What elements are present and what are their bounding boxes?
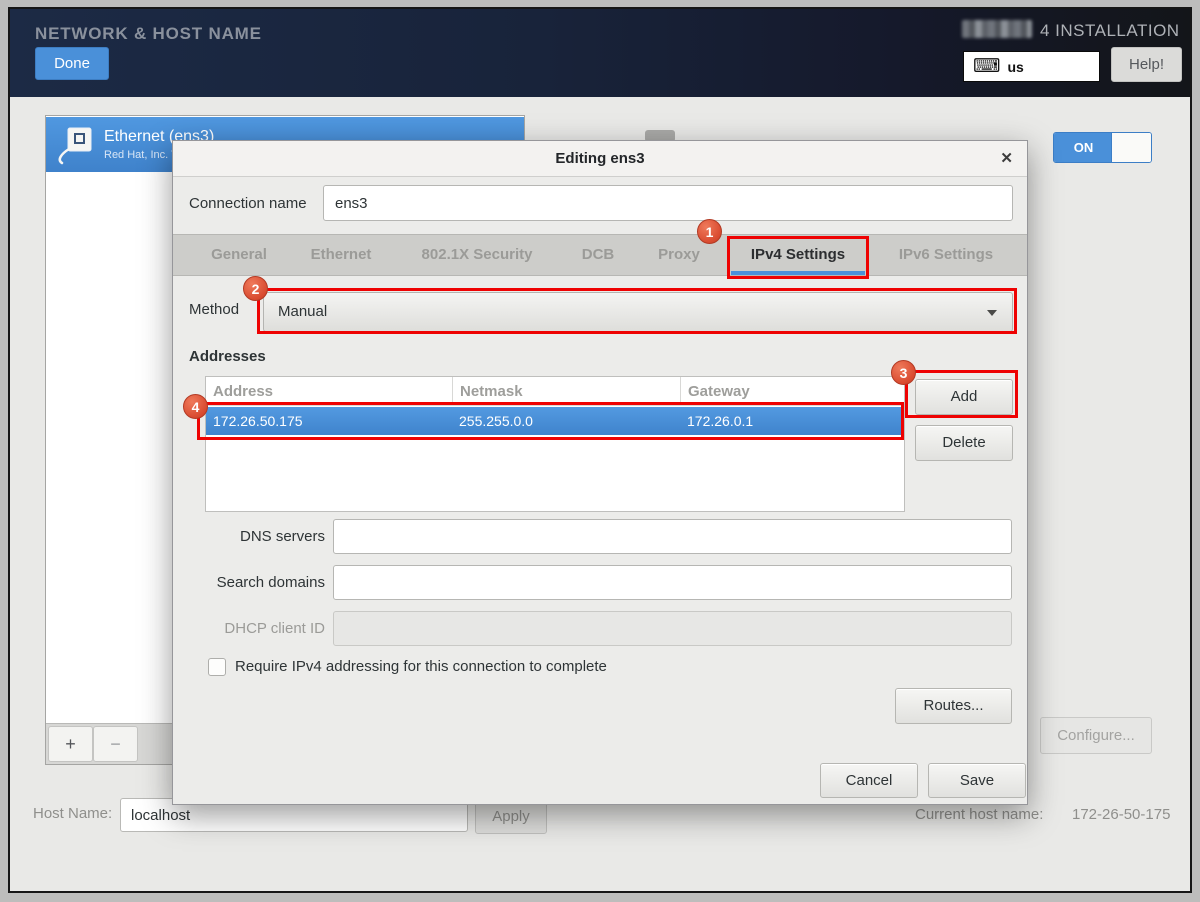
connection-name-input[interactable] xyxy=(323,185,1013,221)
require-ipv4-checkbox[interactable] xyxy=(208,658,226,676)
dhcp-client-id-input xyxy=(333,611,1012,646)
current-host-name-label: Current host name: xyxy=(915,806,1043,823)
method-label: Method xyxy=(189,301,239,318)
connection-name-label: Connection name xyxy=(189,195,307,212)
keyboard-icon: ⌨ xyxy=(973,57,1000,76)
annotation-box-add xyxy=(905,370,1018,418)
dialog-title: Editing ens3 xyxy=(173,141,1027,177)
annotation-badge-1: 1 xyxy=(697,219,722,244)
host-name-label: Host Name: xyxy=(33,805,112,822)
configure-button[interactable]: Configure... xyxy=(1040,717,1152,754)
installation-title: 4 INSTALLATION xyxy=(1040,21,1180,41)
dhcp-client-id-label: DHCP client ID xyxy=(189,620,325,637)
network-on-off-toggle[interactable]: ON xyxy=(1053,132,1152,163)
keyboard-layout-indicator[interactable]: ⌨ us xyxy=(963,51,1100,82)
tab-dcb[interactable]: DCB xyxy=(567,235,629,275)
routes-button[interactable]: Routes... xyxy=(895,688,1012,724)
require-ipv4-label: Require IPv4 addressing for this connect… xyxy=(235,658,607,675)
settings-tabbar: General Ethernet 802.1X Security DCB Pro… xyxy=(173,234,1027,276)
dialog-titlebar[interactable]: Editing ens3 ✕ xyxy=(173,141,1027,177)
annotation-box-ipv4-tab xyxy=(727,236,869,279)
annotation-badge-3: 3 xyxy=(891,360,916,385)
save-button[interactable]: Save xyxy=(928,763,1026,798)
delete-button[interactable]: Delete xyxy=(915,425,1013,461)
close-icon[interactable]: ✕ xyxy=(1000,141,1013,177)
done-button[interactable]: Done xyxy=(35,47,109,80)
tab-general[interactable]: General xyxy=(197,235,281,275)
dns-servers-label: DNS servers xyxy=(189,528,325,545)
top-banner: NETWORK & HOST NAME Done 4 INSTALLATION … xyxy=(10,9,1190,97)
cancel-button[interactable]: Cancel xyxy=(820,763,918,798)
tab-ipv6-settings[interactable]: IPv6 Settings xyxy=(879,235,1013,275)
annotation-badge-4: 4 xyxy=(183,394,208,419)
editing-dialog: Editing ens3 ✕ Connection name General E… xyxy=(172,140,1028,805)
annotation-box-address-row xyxy=(197,402,904,440)
add-device-button[interactable]: + xyxy=(48,726,93,762)
apply-button[interactable]: Apply xyxy=(475,800,547,834)
page-title: NETWORK & HOST NAME xyxy=(35,24,262,44)
search-domains-label: Search domains xyxy=(189,574,325,591)
dns-servers-input[interactable] xyxy=(333,519,1012,554)
addresses-heading: Addresses xyxy=(189,348,266,365)
remove-device-button[interactable]: − xyxy=(93,726,138,762)
annotation-badge-2: 2 xyxy=(243,276,268,301)
toggle-on-label: ON xyxy=(1054,133,1113,162)
tab-ethernet[interactable]: Ethernet xyxy=(295,235,387,275)
current-host-name-value: 172-26-50-175 xyxy=(1072,806,1170,823)
tab-8021x-security[interactable]: 802.1X Security xyxy=(401,235,553,275)
search-domains-input[interactable] xyxy=(333,565,1012,600)
ethernet-icon xyxy=(55,125,95,165)
addresses-table[interactable]: Address Netmask Gateway 172.26.50.175 25… xyxy=(205,376,905,512)
keyboard-layout-label: us xyxy=(1007,59,1023,75)
annotation-box-method xyxy=(257,288,1017,334)
redacted-product-name xyxy=(962,20,1032,38)
toggle-handle[interactable] xyxy=(1111,133,1151,162)
help-button[interactable]: Help! xyxy=(1111,47,1182,82)
